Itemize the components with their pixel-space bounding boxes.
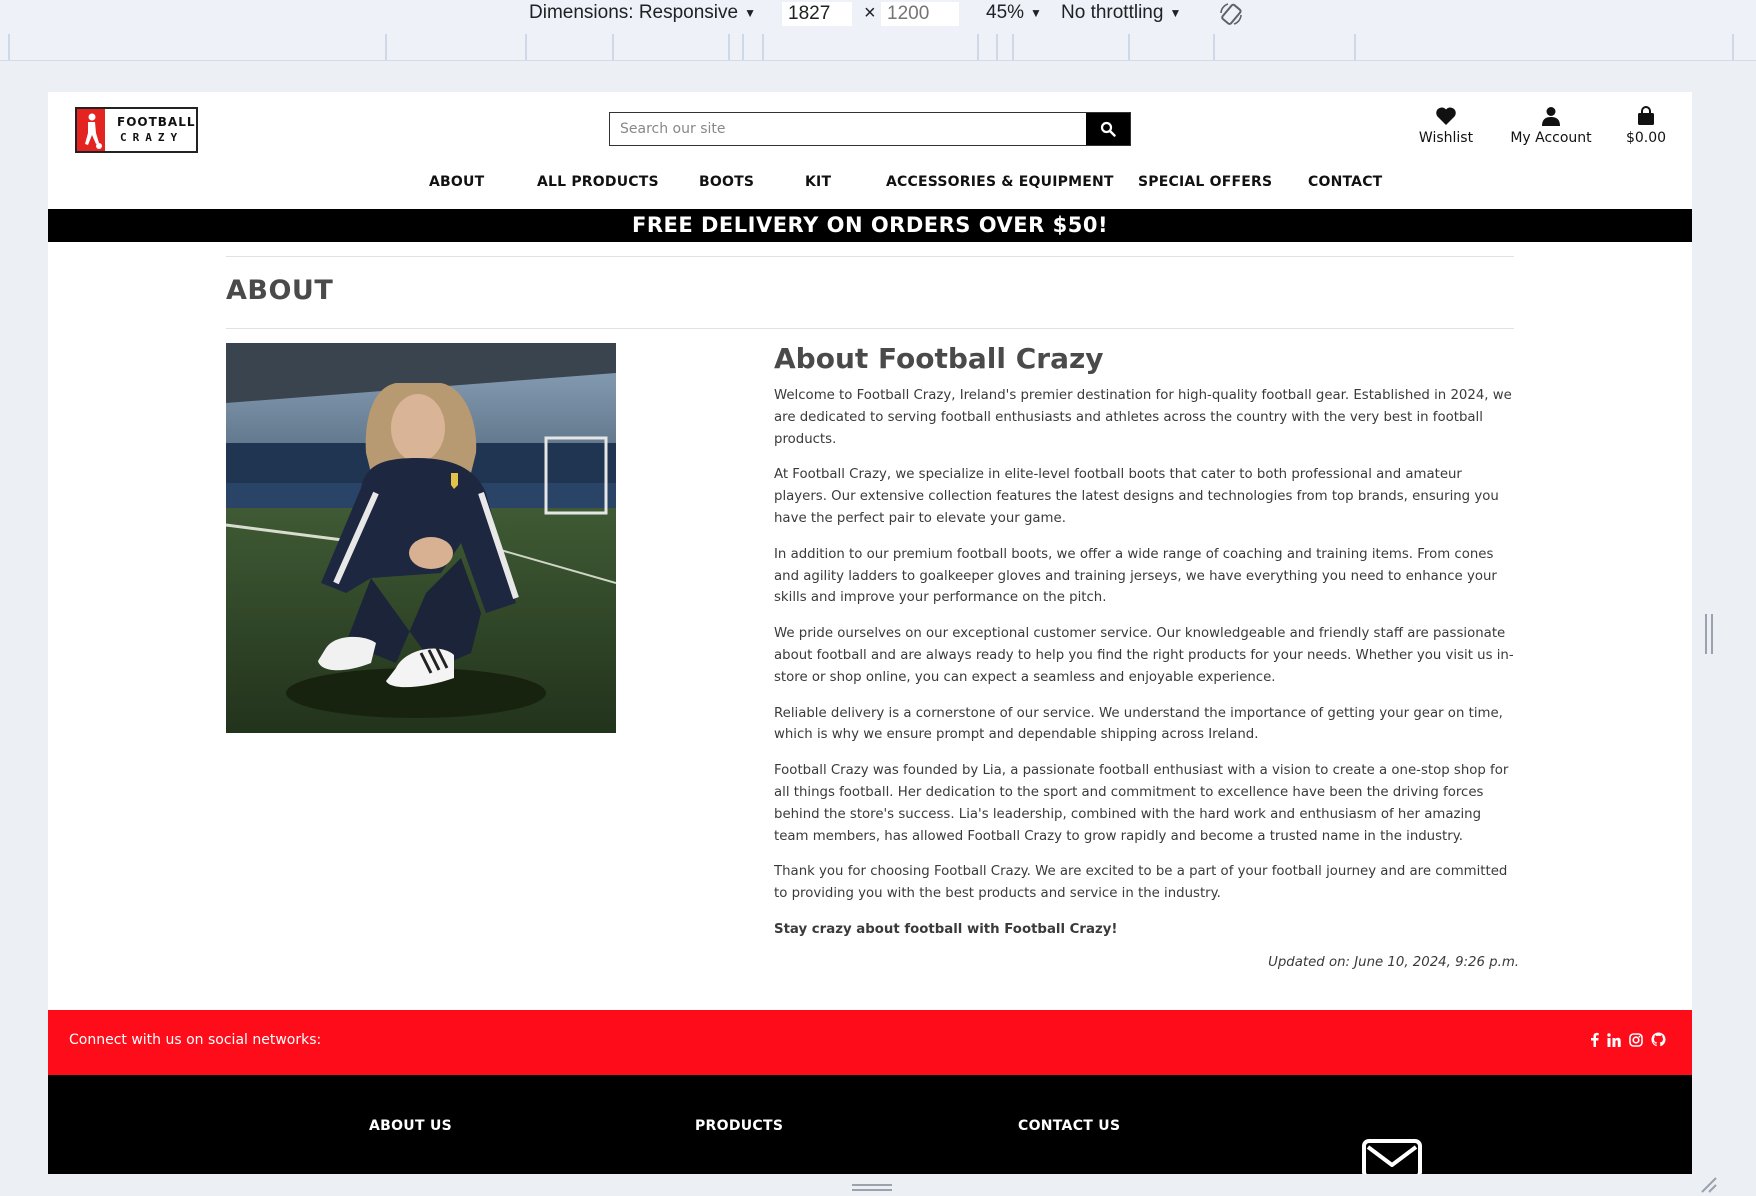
site-logo[interactable]: FOOTBALL CRAZY	[75, 107, 198, 153]
nav-all-products[interactable]: ALL PRODUCTS	[537, 174, 659, 190]
width-input[interactable]	[782, 2, 852, 26]
about-paragraph: Football Crazy was founded by Lia, a pas…	[774, 763, 1509, 844]
logo-wordmark-bottom: CRAZY	[120, 131, 184, 144]
about-paragraph: We pride ourselves on our exceptional cu…	[774, 626, 1514, 685]
nav-accessories-equipment[interactable]: ACCESSORIES & EQUIPMENT	[886, 174, 1114, 190]
search-button[interactable]	[1086, 113, 1130, 145]
devtools-toolbar: Dimensions: Responsive ▼ × 45% ▼ No thrott…	[0, 0, 1756, 35]
footer-contact-us: CONTACT US	[1018, 1118, 1121, 1134]
page-viewport: FOOTBALL CRAZY Wishlist My Account $0.00	[48, 92, 1692, 1174]
closing-line: Stay crazy about football with Football …	[774, 921, 1118, 937]
dimensions-dropdown[interactable]: Dimensions: Responsive ▼	[529, 0, 756, 26]
media-query-ruler	[0, 34, 1756, 61]
about-content: About Football Crazy Welcome to Football…	[774, 342, 1519, 970]
nav-contact[interactable]: CONTACT	[1308, 174, 1382, 190]
facebook-icon[interactable]	[1590, 1032, 1599, 1047]
github-icon[interactable]	[1651, 1032, 1666, 1047]
shopping-bag-link[interactable]: $0.00	[1623, 106, 1669, 146]
updated-timestamp: Updated on: June 10, 2024, 9:26 p.m.	[1268, 954, 1519, 970]
social-icons	[1590, 1032, 1666, 1047]
logo-wordmark-top: FOOTBALL	[117, 115, 196, 129]
bottom-resize-handle[interactable]	[852, 1184, 892, 1191]
bag-total: $0.00	[1625, 130, 1667, 146]
site-footer: ABOUT US PRODUCTS CONTACT US	[48, 1075, 1692, 1174]
about-paragraph: Welcome to Football Crazy, Ireland's pre…	[774, 388, 1512, 447]
logo-badge	[77, 109, 105, 151]
page-title: ABOUT	[226, 275, 334, 306]
search-icon	[1100, 121, 1116, 137]
free-delivery-banner: FREE DELIVERY ON ORDERS OVER $50!	[48, 209, 1692, 242]
corner-resize-handle[interactable]	[1700, 1176, 1718, 1194]
shopping-bag-icon	[1638, 106, 1654, 125]
zoom-label: 45%	[986, 2, 1025, 24]
nav-kit[interactable]: KIT	[805, 174, 831, 190]
times-sign: ×	[864, 2, 876, 24]
about-paragraph: Reliable delivery is a cornerstone of ou…	[774, 705, 1503, 743]
side-resize-handle[interactable]	[1705, 614, 1713, 654]
height-input[interactable]	[881, 2, 959, 26]
zoom-dropdown[interactable]: 45% ▼	[986, 0, 1042, 26]
chevron-down-icon: ▼	[1169, 6, 1182, 20]
user-icon	[1542, 107, 1560, 126]
wishlist-label: Wishlist	[1418, 130, 1474, 146]
about-photo	[226, 343, 616, 733]
nav-special-offers[interactable]: SPECIAL OFFERS	[1138, 174, 1272, 190]
main-nav: ABOUT ALL PRODUCTS BOOTS KIT ACCESSORIES…	[48, 174, 1692, 194]
chevron-down-icon: ▼	[1030, 6, 1042, 20]
search-bar	[609, 112, 1131, 146]
throttling-dropdown[interactable]: No throttling ▼	[1061, 0, 1181, 26]
player-icon	[85, 113, 102, 149]
search-input[interactable]	[610, 113, 1086, 145]
instagram-icon[interactable]	[1629, 1032, 1643, 1047]
footer-about-us: ABOUT US	[369, 1118, 453, 1134]
divider	[226, 256, 1514, 257]
wishlist-link[interactable]: Wishlist	[1416, 106, 1476, 146]
about-paragraph: At Football Crazy, we specialize in elit…	[774, 467, 1499, 526]
nav-boots[interactable]: BOOTS	[699, 174, 754, 190]
nav-about[interactable]: ABOUT	[429, 174, 484, 190]
envelope-icon	[1362, 1139, 1422, 1174]
dimensions-label: Dimensions: Responsive	[529, 2, 739, 24]
about-paragraph: In addition to our premium football boot…	[774, 546, 1497, 606]
social-bar: Connect with us on social networks:	[48, 1010, 1692, 1075]
chevron-down-icon: ▼	[744, 6, 756, 20]
rotate-icon[interactable]	[1218, 1, 1244, 27]
social-text: Connect with us on social networks:	[69, 1032, 322, 1048]
footer-products: PRODUCTS	[695, 1118, 784, 1134]
linkedin-icon[interactable]	[1607, 1032, 1621, 1047]
divider	[226, 328, 1514, 329]
about-paragraph: Thank you for choosing Football Crazy. W…	[774, 864, 1508, 902]
heart-icon	[1436, 107, 1456, 125]
about-heading: About Football Crazy	[774, 342, 1104, 375]
throttling-label: No throttling	[1061, 2, 1164, 24]
my-account-label: My Account	[1510, 130, 1592, 146]
my-account-link[interactable]: My Account	[1508, 106, 1594, 146]
